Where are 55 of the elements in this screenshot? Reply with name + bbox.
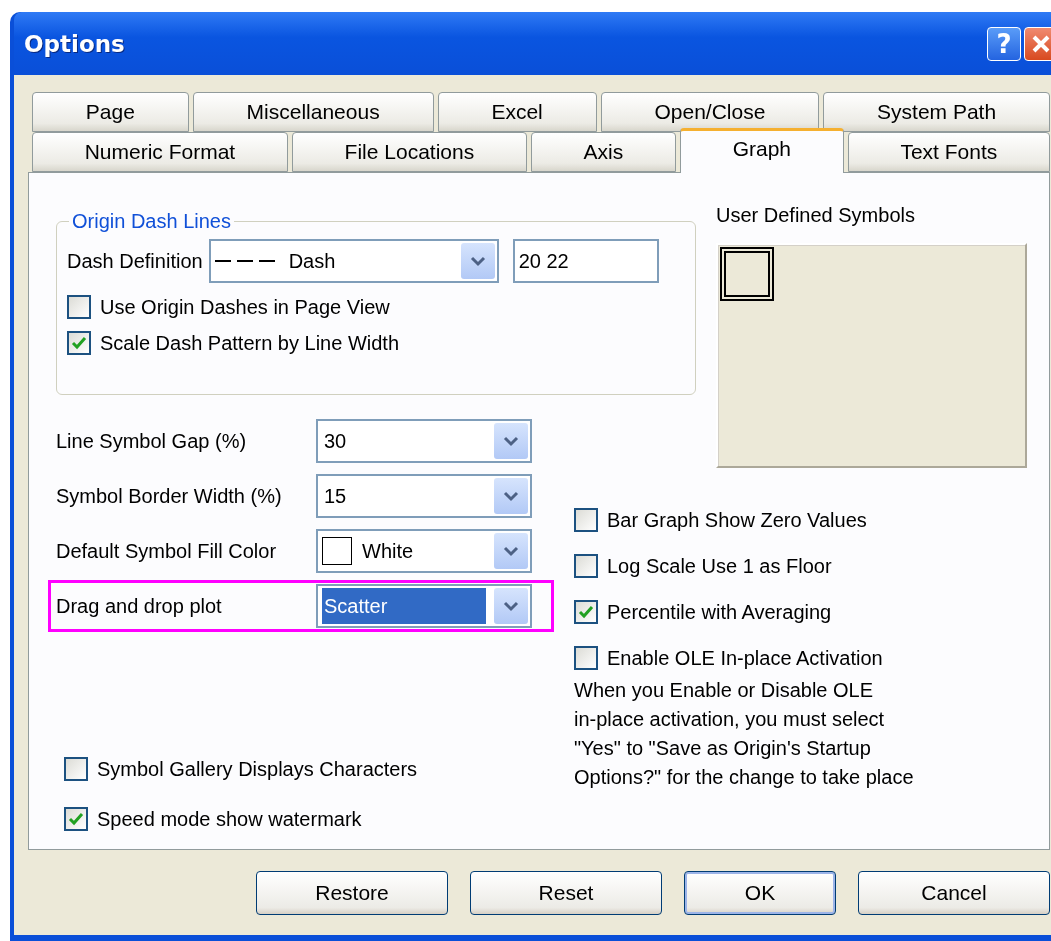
field-label: Symbol Border Width (%) [56, 484, 283, 508]
info-text: When you Enable or Disable OLE in-place activation, you must select "Yes" to "Save as Origin's Startup Options?" for the change to take place [574, 678, 915, 790]
window-title: Options [24, 30, 126, 57]
tab[interactable]: Numeric Format [32, 132, 288, 172]
chevron-down-icon [503, 600, 519, 612]
dropdown[interactable]: White [316, 529, 532, 573]
field-label: Dash Definition [67, 249, 203, 273]
checkbox-label: Log Scale Use 1 as Floor [607, 554, 832, 578]
dropdown[interactable]: Scatter [316, 584, 532, 628]
tab[interactable]: Page [32, 92, 189, 132]
dialog-button[interactable]: OK [684, 871, 836, 915]
tab[interactable]: File Locations [291, 132, 527, 172]
field-label: Default Symbol Fill Color [56, 539, 278, 563]
close-button[interactable] [1024, 26, 1051, 61]
chevron-down-icon [469, 255, 486, 267]
checkbox[interactable] [67, 295, 91, 319]
checkbox[interactable] [64, 807, 88, 831]
dropdown[interactable]: 15 [316, 474, 532, 518]
tab[interactable]: Text Fonts [847, 132, 1050, 172]
checkbox-label: Use Origin Dashes in Page View [100, 295, 390, 319]
tab[interactable]: Axis [530, 132, 676, 172]
checkbox-label: Bar Graph Show Zero Values [607, 508, 867, 532]
checkbox-label: Percentile with Averaging [607, 600, 832, 624]
check-icon [68, 812, 84, 826]
checkbox-label: Scale Dash Pattern by Line Width [100, 331, 400, 355]
check-icon [71, 336, 87, 350]
checkbox[interactable] [64, 757, 88, 781]
field-label: Drag and drop plot [56, 594, 223, 618]
section-title: User Defined Symbols [716, 204, 916, 227]
tab[interactable]: System Path [823, 92, 1050, 132]
tab[interactable]: Graph [679, 128, 844, 173]
checkbox[interactable] [67, 331, 91, 355]
chevron-down-icon [503, 435, 519, 447]
check-icon [578, 605, 594, 619]
symbol-slot[interactable] [720, 247, 774, 301]
dialog-button[interactable]: Reset [470, 871, 662, 915]
tab[interactable]: Miscellaneous [192, 92, 434, 132]
checkbox[interactable] [574, 554, 598, 578]
dash-input-field[interactable]: 20 22 [512, 239, 659, 283]
dropdown[interactable]: 30 [316, 419, 532, 463]
chevron-down-icon [503, 490, 519, 502]
checkbox[interactable] [574, 508, 598, 532]
checkbox-label: Enable OLE In-place Activation [607, 646, 883, 670]
checkbox-label: Speed mode show watermark [97, 807, 362, 831]
group-title: Origin Dash Lines [71, 210, 232, 233]
dialog-button[interactable]: Cancel [858, 871, 1050, 915]
field-label: Line Symbol Gap (%) [56, 429, 248, 453]
checkbox[interactable] [574, 646, 598, 670]
tab[interactable]: Excel [437, 92, 597, 132]
dialog-button[interactable]: Restore [256, 871, 448, 915]
dash-dropdown[interactable]: Dash [208, 239, 499, 283]
tab[interactable]: Open/Close [600, 92, 820, 132]
chevron-down-icon [503, 545, 519, 557]
checkbox-label: Symbol Gallery Displays Characters [97, 757, 418, 781]
checkbox[interactable] [574, 600, 598, 624]
